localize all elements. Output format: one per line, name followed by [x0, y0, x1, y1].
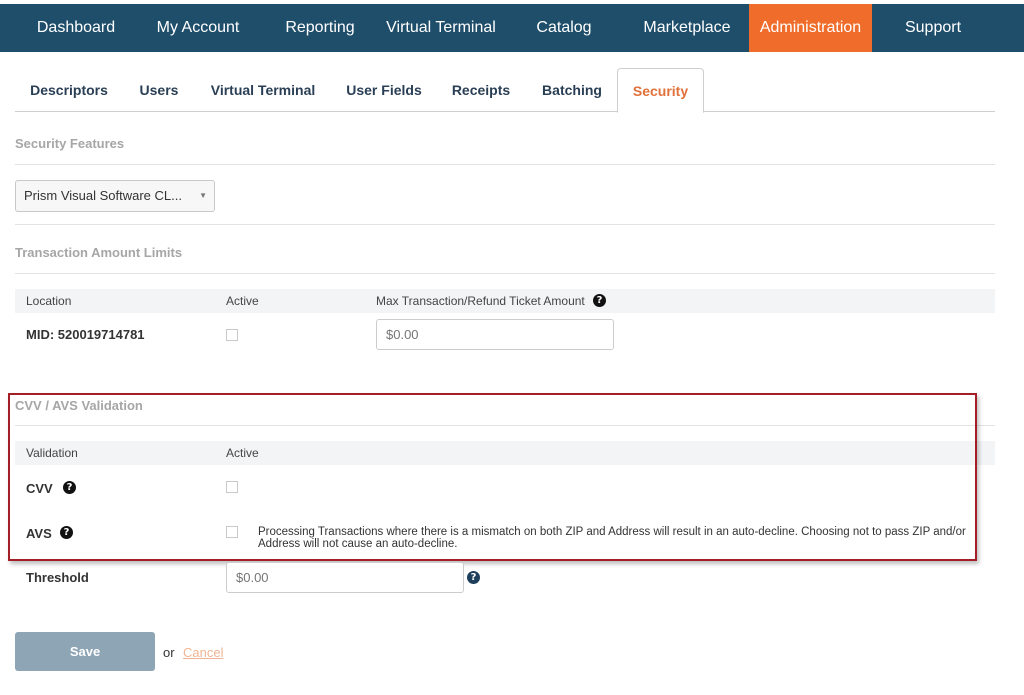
max-amount-input[interactable]	[376, 319, 614, 350]
avs-label: AVS	[26, 526, 52, 541]
threshold-label: Threshold	[26, 570, 89, 585]
security-feature-select[interactable]: Prism Visual Software CL... ▼	[15, 180, 215, 212]
avs-active-checkbox[interactable]	[226, 526, 238, 538]
tab-receipts[interactable]: Receipts	[447, 68, 515, 112]
help-icon[interactable]: ?	[63, 481, 76, 494]
divider	[15, 224, 995, 225]
divider	[15, 273, 995, 274]
top-nav: Dashboard My Account Reporting Virtual T…	[0, 4, 1024, 52]
admin-tabs: Descriptors Users Virtual Terminal User …	[15, 68, 995, 113]
select-value: Prism Visual Software CL...	[24, 188, 182, 203]
tab-user-fields[interactable]: User Fields	[343, 68, 425, 112]
save-button[interactable]: Save	[15, 632, 155, 671]
nav-item-marketplace[interactable]: Marketplace	[632, 4, 742, 52]
nav-item-reporting[interactable]: Reporting	[270, 4, 370, 52]
mid-location: MID: 520019714781	[26, 327, 145, 342]
security-features-title: Security Features	[15, 136, 125, 151]
cancel-link[interactable]: Cancel	[183, 645, 223, 660]
nav-item-support[interactable]: Support	[882, 4, 984, 52]
cvv-label: CVV	[26, 481, 53, 496]
tab-virtual-terminal[interactable]: Virtual Terminal	[205, 68, 321, 112]
mid-active-checkbox[interactable]	[226, 329, 238, 341]
header-location: Location	[26, 294, 72, 308]
avs-note: Processing Transactions where there is a…	[258, 526, 966, 550]
nav-item-my-account[interactable]: My Account	[148, 4, 248, 52]
or-text: or	[163, 645, 175, 660]
nav-item-catalog[interactable]: Catalog	[520, 4, 608, 52]
divider	[15, 425, 995, 426]
nav-item-administration[interactable]: Administration	[749, 4, 872, 52]
threshold-input[interactable]	[226, 562, 464, 593]
tab-descriptors[interactable]: Descriptors	[21, 68, 117, 112]
cvv-avs-title: CVV / AVS Validation	[15, 398, 143, 413]
tab-batching[interactable]: Batching	[537, 68, 607, 112]
tab-security[interactable]: Security	[617, 68, 704, 113]
header-active: Active	[226, 446, 259, 460]
header-max-amount: Max Transaction/Refund Ticket Amount	[376, 294, 585, 308]
help-icon[interactable]: ?	[467, 571, 480, 584]
tab-users[interactable]: Users	[133, 68, 185, 112]
divider	[15, 164, 995, 165]
caret-down-icon: ▼	[199, 191, 207, 200]
nav-item-dashboard[interactable]: Dashboard	[0, 4, 152, 52]
header-active: Active	[226, 294, 259, 308]
cvv-avs-header: Validation Active	[15, 441, 995, 465]
help-icon[interactable]: ?	[60, 526, 73, 539]
amount-limits-header: Location Active Max Transaction/Refund T…	[15, 289, 995, 313]
nav-item-virtual-terminal[interactable]: Virtual Terminal	[380, 4, 502, 52]
header-validation: Validation	[26, 446, 78, 460]
help-icon[interactable]: ?	[593, 294, 606, 307]
amount-limits-title: Transaction Amount Limits	[15, 245, 183, 260]
cvv-active-checkbox[interactable]	[226, 481, 238, 493]
